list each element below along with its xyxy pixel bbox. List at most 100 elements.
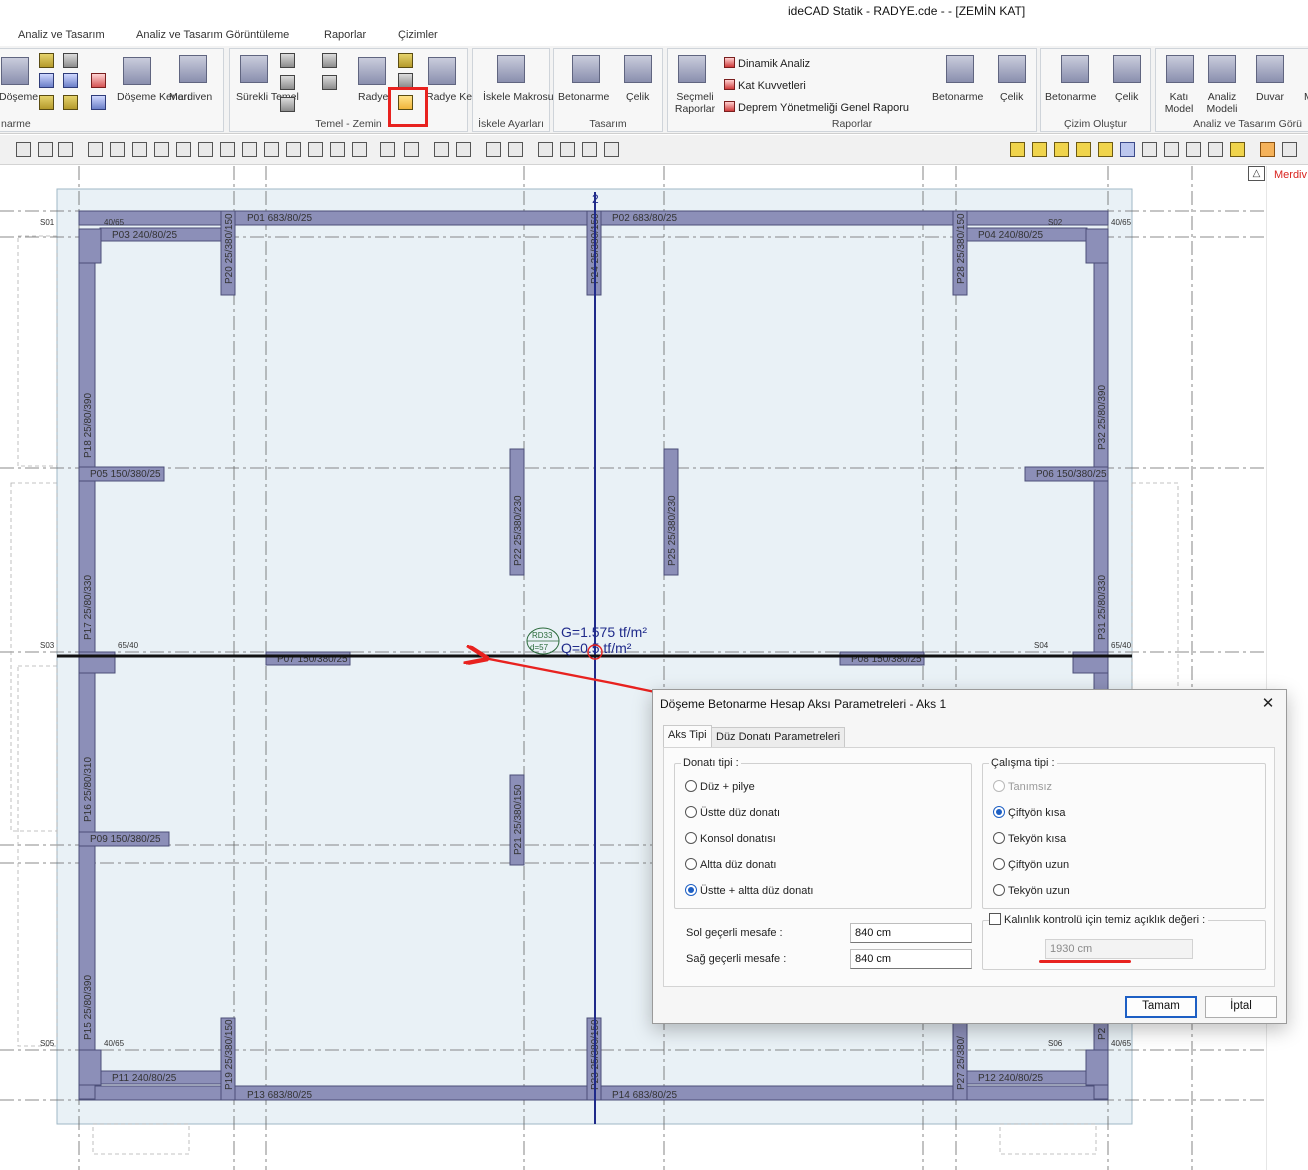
kat-kuvvetleri-item[interactable]: Kat Kuvvetleri	[724, 79, 806, 92]
radio-ciftyon-uzun[interactable]: Çiftyön uzun	[993, 858, 1069, 871]
hatch-tool-icon[interactable]	[220, 142, 235, 157]
cizim-betonarme-button[interactable]: Betonarme	[1045, 91, 1096, 103]
toolbar-icon-15[interactable]	[330, 142, 345, 157]
toolbar-icon-19[interactable]	[434, 142, 449, 157]
secmeli-raporlar-button[interactable]: Seçmeli Raporlar	[672, 91, 718, 115]
toolbar-icon-32[interactable]	[1120, 142, 1135, 157]
tasarim-betonarme-button[interactable]: Betonarme	[558, 91, 609, 103]
dinamik-analiz-item[interactable]: Dinamik Analiz	[724, 57, 810, 70]
slab-small-icon-6[interactable]	[63, 95, 78, 110]
slab-small-icon-7[interactable]	[91, 73, 106, 88]
doseme-button[interactable]: Döşeme	[0, 91, 38, 103]
slab-small-icon-8[interactable]	[91, 95, 106, 110]
toolbar-icon-38[interactable]	[1260, 142, 1275, 157]
deprem-raporu-item[interactable]: Deprem Yönetmeliği Genel Raporu	[724, 101, 909, 114]
toolbar-icon-20[interactable]	[456, 142, 471, 157]
toolbar-icon-39[interactable]	[1282, 142, 1297, 157]
sag-mesafe-input[interactable]: 840 cm	[850, 949, 972, 969]
slab-small-icon-1[interactable]	[39, 53, 54, 68]
m-button[interactable]: M	[1304, 91, 1308, 103]
toolbar-icon-4[interactable]	[88, 142, 103, 157]
slab-small-icon-5[interactable]	[63, 73, 78, 88]
rapor-betonarme-button[interactable]: Betonarme	[932, 91, 983, 103]
duvar-button[interactable]: Duvar	[1256, 91, 1284, 103]
right-panel-label[interactable]: Merdiv	[1274, 169, 1307, 181]
toolbar-icon-24[interactable]	[560, 142, 575, 157]
toolbar-icon-25[interactable]	[582, 142, 597, 157]
menu-tab-analiz-goruntuleme[interactable]: Analiz ve Tasarım Görüntüleme	[136, 29, 289, 41]
slab-small-icon-3[interactable]	[39, 95, 54, 110]
report-icon	[724, 79, 735, 90]
toolbar-icon-27[interactable]	[1010, 142, 1025, 157]
radio-duz-pilye[interactable]: Düz + pilye	[685, 780, 755, 793]
radye-small-icon-2[interactable]	[398, 73, 413, 88]
analiz-modeli-button[interactable]: Analiz Modeli	[1202, 91, 1242, 115]
toolbar-icon-16[interactable]	[352, 142, 367, 157]
toolbar-icon-31[interactable]	[1098, 142, 1113, 157]
kalinlik-checkbox[interactable]: Kalınlık kontrolü için temiz açıklık değ…	[989, 913, 1209, 926]
text-tool-icon[interactable]	[110, 142, 125, 157]
toolbar-icon-1[interactable]	[16, 142, 31, 157]
radio-tekyon-kisa[interactable]: Tekyön kısa	[993, 832, 1066, 845]
cizim-celik-button[interactable]: Çelik	[1115, 91, 1138, 103]
circle-tool-icon[interactable]	[176, 142, 191, 157]
radio-ciftyon-kisa[interactable]: Çiftyön kısa	[993, 806, 1065, 819]
toolbar-icon-29[interactable]	[1054, 142, 1069, 157]
polyline-tool-icon[interactable]	[132, 142, 147, 157]
temel-small-icon-4[interactable]	[322, 53, 337, 68]
toolbar-icon-13[interactable]	[286, 142, 301, 157]
toolbar-icon-26[interactable]	[604, 142, 619, 157]
toolbar-icon-23[interactable]	[538, 142, 553, 157]
tasarim-celik-button[interactable]: Çelik	[626, 91, 649, 103]
toolbar-icon-35[interactable]	[1186, 142, 1201, 157]
toolbar-icon-22[interactable]	[508, 142, 523, 157]
cizim-celik-icon	[1113, 55, 1141, 83]
radio-ustte-duz[interactable]: Üstte düz donatı	[685, 806, 780, 819]
menu-tab-analiz-tasarim[interactable]: Analiz ve Tasarım	[18, 29, 105, 41]
toolbar-icon-21[interactable]	[486, 142, 501, 157]
menu-tab-raporlar[interactable]: Raporlar	[324, 29, 366, 41]
kati-model-button[interactable]: Katı Model	[1160, 91, 1198, 115]
column-dim-label: 65/40	[118, 641, 139, 650]
toolbar-icon-30[interactable]	[1076, 142, 1091, 157]
menu-tab-cizimler[interactable]: Çizimler	[398, 29, 438, 41]
toolbar-icon-14[interactable]	[308, 142, 323, 157]
close-icon[interactable]: ✕	[1258, 694, 1278, 714]
beam-label: P19 25/380/150	[224, 1019, 235, 1090]
iskele-makrosu-button[interactable]: İskele Makrosu	[483, 91, 554, 103]
slab-small-icon-4[interactable]	[63, 53, 78, 68]
toolbar-icon-17[interactable]	[380, 142, 395, 157]
merdiven-button[interactable]: Merdiven	[169, 91, 212, 103]
toolbar-icon-28[interactable]	[1032, 142, 1047, 157]
view-nav-icon[interactable]: △	[1248, 166, 1265, 181]
temel-small-icon-5[interactable]	[322, 75, 337, 90]
tab-aks-tipi[interactable]: Aks Tipi	[663, 725, 712, 747]
temel-small-icon-3[interactable]	[280, 97, 295, 112]
temel-small-icon-1[interactable]	[280, 53, 295, 68]
temel-small-icon-2[interactable]	[280, 75, 295, 90]
rapor-celik-button[interactable]: Çelik	[1000, 91, 1023, 103]
slab-small-icon-2[interactable]	[39, 73, 54, 88]
toolbar-icon-3[interactable]	[58, 142, 73, 157]
sol-mesafe-input[interactable]: 840 cm	[850, 923, 972, 943]
radio-tekyon-uzun[interactable]: Tekyön uzun	[993, 884, 1070, 897]
arc-tool-icon[interactable]	[154, 142, 169, 157]
radio-konsol[interactable]: Konsol donatısı	[685, 832, 776, 845]
toolbar-icon-33[interactable]	[1142, 142, 1157, 157]
tab-duz-donati[interactable]: Düz Donatı Parametreleri	[711, 727, 846, 747]
toolbar-icon-11[interactable]	[242, 142, 257, 157]
radio-ustte-altta-duz[interactable]: Üstte + altta düz donatı	[685, 884, 813, 897]
cloud-tool-icon[interactable]	[198, 142, 213, 157]
toolbar-icon-2[interactable]	[38, 142, 53, 157]
toolbar-icon-18[interactable]	[404, 142, 419, 157]
toolbar-icon-12[interactable]	[264, 142, 279, 157]
radye-button[interactable]: Radye	[358, 91, 388, 103]
toolbar-icon-37[interactable]	[1230, 142, 1245, 157]
radye-small-icon-1[interactable]	[398, 53, 413, 68]
radio-altta-duz[interactable]: Altta düz donatı	[685, 858, 776, 871]
cancel-button[interactable]: İptal	[1205, 996, 1277, 1018]
ok-button[interactable]: Tamam	[1125, 996, 1197, 1018]
beam-label: P13 683/80/25	[247, 1090, 312, 1101]
toolbar-icon-36[interactable]	[1208, 142, 1223, 157]
toolbar-icon-34[interactable]	[1164, 142, 1179, 157]
